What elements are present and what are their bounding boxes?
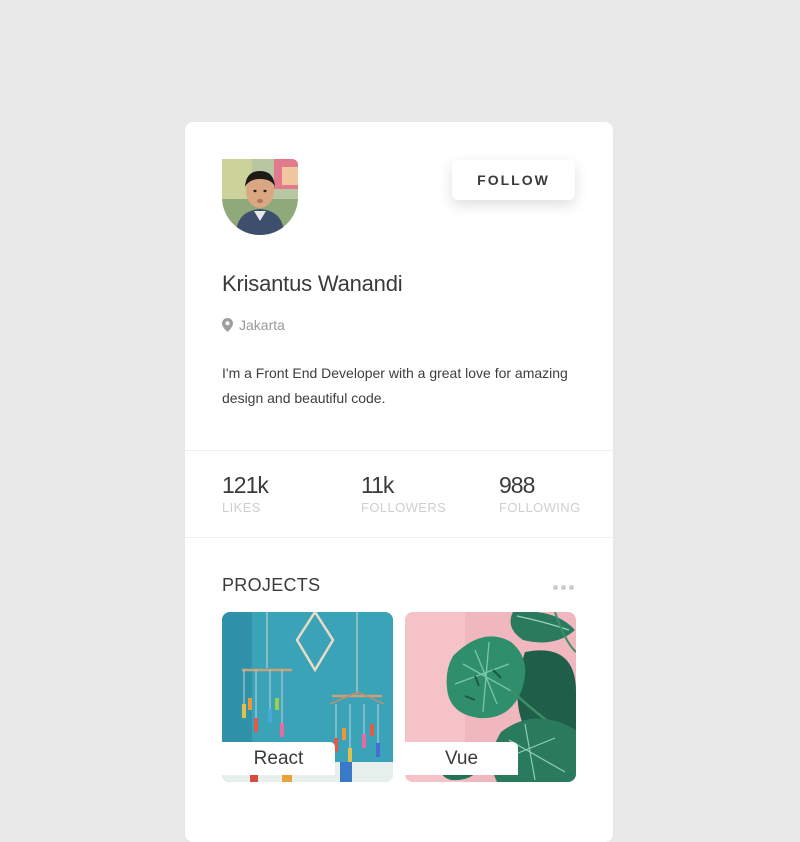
divider [185,450,613,451]
map-pin-icon [222,318,233,332]
bio: I'm a Front End Developer with a great l… [222,365,568,406]
stat-following: 988 FOLLOWING [499,471,581,515]
stat-value: 988 [499,472,535,498]
stat-value: 121k [222,472,269,498]
avatar [222,159,298,235]
projects-title: PROJECTS [222,575,321,595]
stat-value: 11k [361,472,394,498]
stat-label: FOLLOWING [499,500,581,515]
stat-label: FOLLOWERS [361,500,447,515]
profile-card: FOLLOW Krisantus Wanandi Jakarta I'm a F… [185,122,613,842]
project-card-vue[interactable]: Vue [405,612,576,782]
more-options-icon[interactable] [553,580,577,594]
profile-name: Krisantus Wanandi [222,271,403,296]
follow-button[interactable]: FOLLOW [452,160,575,200]
location: Jakarta [222,317,285,333]
project-label: React [222,742,335,775]
location-label: Jakarta [239,317,285,333]
project-card-react[interactable]: React [222,612,393,782]
divider [185,537,613,538]
project-label: Vue [405,742,518,775]
stat-followers: 11k FOLLOWERS [361,471,446,515]
stat-label: LIKES [222,500,261,515]
stat-likes: 121k LIKES [222,471,269,515]
